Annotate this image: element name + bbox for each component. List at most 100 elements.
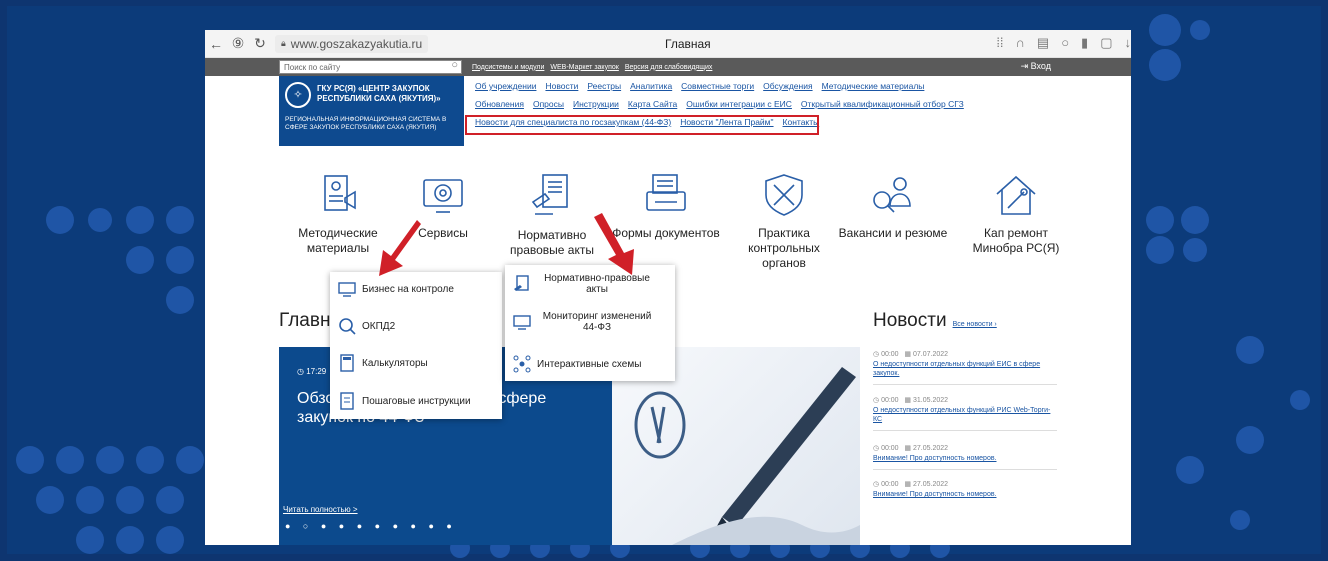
menu-item-interactive-schemes[interactable]: Интерактивные схемы <box>513 355 641 373</box>
menu-item-monitoring[interactable]: Мониторинг изменений 44-ФЗ <box>513 311 669 333</box>
nav-instructions[interactable]: Инструкции <box>573 99 619 109</box>
menu-item-label: Калькуляторы <box>362 357 428 369</box>
news-title: Новости <box>873 310 947 331</box>
menu-item-calculators[interactable]: Калькуляторы <box>338 354 428 372</box>
address-bar[interactable]: 🔒︎ www.goszakazyakutia.ru <box>275 34 429 53</box>
lock-icon: 🔒︎ <box>281 38 286 48</box>
nav-row-2: Обновления Опросы Инструкции Карта Сайта… <box>475 99 1131 109</box>
news-text[interactable]: Внимание! Про доступность номеров. <box>873 454 1057 463</box>
news-date: 27.05.2022 <box>913 481 949 488</box>
site-toolbar: Поиск по сайту ○ Подсистемы и модули WEB… <box>205 58 1131 76</box>
divider <box>873 430 1057 431</box>
category-control-practice[interactable]: Практика контрольных органов <box>729 172 839 271</box>
red-arrow-icon <box>379 220 421 276</box>
news-item[interactable]: ◷ 00:00 ▦ 31.05.2022 О недоступности отд… <box>873 396 1057 431</box>
login-button[interactable]: ⇥ Вход <box>1021 61 1051 72</box>
red-arrow-icon <box>594 213 634 275</box>
category-label: Практика контрольных органов <box>748 226 820 270</box>
legal-acts-dropdown: Нормативно-правовые акты Мониторинг изме… <box>505 265 675 381</box>
news-date: 27.05.2022 <box>913 445 949 452</box>
org-subtitle: РЕГИОНАЛЬНАЯ ИНФОРМАЦИОННАЯ СИСТЕМА В СФ… <box>285 116 447 131</box>
url-text: www.goszakazyakutia.ru <box>290 36 423 51</box>
monitor-chart-icon <box>513 315 531 330</box>
news-meta: ◷ 00:00 ▦ 31.05.2022 <box>873 397 949 404</box>
nav-joint-tenders[interactable]: Совместные торги <box>681 81 754 91</box>
legal-document-icon <box>514 275 529 291</box>
browser-window: ← ⑨ ↻ 🔒︎ www.goszakazyakutia.ru Главная … <box>205 30 1131 545</box>
menu-item-label: ОКПД2 <box>362 320 396 332</box>
link-accessibility[interactable]: Версия для слабовидящих <box>625 64 713 71</box>
main-heading: Главн <box>279 310 331 331</box>
methodical-icon <box>324 175 356 211</box>
extensions-icon[interactable]: ▢ <box>1100 35 1112 51</box>
category-house-repair[interactable]: Кап ремонт Минобра РС(Я) <box>961 172 1071 256</box>
nav-registries[interactable]: Реестры <box>587 81 621 91</box>
nav-methodical[interactable]: Методические материалы <box>822 81 925 91</box>
nav-sitemap[interactable]: Карта Сайта <box>628 99 677 109</box>
login-icon: ⇥ <box>1020 61 1029 71</box>
news-text[interactable]: О недоступности отдельных функций РИС We… <box>873 406 1057 424</box>
news-meta: ◷ 00:00 ▦ 27.05.2022 <box>873 481 949 488</box>
menu-item-label: Бизнес на контроле <box>362 283 454 295</box>
nav-news[interactable]: Новости <box>545 81 578 91</box>
download-icon[interactable]: ↓ <box>1125 35 1132 51</box>
news-text[interactable]: Внимание! Про доступность номеров. <box>873 490 1057 499</box>
link-web-market[interactable]: WEB-Маркет закупок <box>550 64 618 71</box>
calculator-icon <box>340 354 354 372</box>
menu-item-label: Мониторинг изменений 44-ФЗ <box>542 311 652 333</box>
news-text[interactable]: О недоступности отдельных функций ЕИС в … <box>873 360 1057 378</box>
read-more-link[interactable]: Читать полностью > <box>283 505 358 514</box>
news-item[interactable]: ◷ 00:00 ▦ 27.05.2022 Внимание! Про досту… <box>873 480 1057 499</box>
nav-discussions[interactable]: Обсуждения <box>763 81 812 91</box>
yandex-icon[interactable]: ⑨ <box>227 35 249 52</box>
apps-icon[interactable]: ⁞⁞ <box>996 35 1003 51</box>
control-practice-icon <box>765 174 803 216</box>
nav-updates[interactable]: Обновления <box>475 99 524 109</box>
nav-eis-errors[interactable]: Ошибки интеграции с ЕИС <box>686 99 792 109</box>
menu-item-instructions[interactable]: Пошаговые инструкции <box>338 392 471 410</box>
search-input[interactable]: Поиск по сайту ○ <box>279 59 462 74</box>
nav-qualification[interactable]: Открытый квалификационный отбор СГЗ <box>801 99 964 109</box>
nav-about[interactable]: Об учреждении <box>475 81 536 91</box>
login-label: Вход <box>1030 61 1051 71</box>
menu-item-okpd2[interactable]: ОКПД2 <box>338 317 395 335</box>
all-news-link[interactable]: Все новости › <box>953 321 997 328</box>
org-block[interactable]: ✧ ГКУ РС(Я) «ЦЕНТР ЗАКУПОК РЕСПУБЛИКИ СА… <box>279 76 464 146</box>
reload-icon[interactable]: ↻ <box>249 35 271 52</box>
site-header: ✧ ГКУ РС(Я) «ЦЕНТР ЗАКУПОК РЕСПУБЛИКИ СА… <box>205 76 1131 146</box>
search-icon[interactable]: ○ <box>451 59 458 71</box>
network-icon <box>513 355 531 373</box>
news-item[interactable]: ◷ 00:00 ▦ 27.05.2022 Внимание! Про досту… <box>873 444 1057 470</box>
page-title: Главная <box>665 37 711 51</box>
news-meta: ◷ 00:00 ▦ 27.05.2022 <box>873 445 949 452</box>
news-date: 31.05.2022 <box>913 397 949 404</box>
divider <box>873 469 1057 470</box>
nav-row-1: Об учреждении Новости Реестры Аналитика … <box>475 81 1131 91</box>
menu-item-label: Пошаговые инструкции <box>362 395 471 407</box>
nav-analytics[interactable]: Аналитика <box>630 81 672 91</box>
divider <box>873 384 1057 385</box>
news-heading: Новости Все новости › <box>873 310 997 332</box>
nav-polls[interactable]: Опросы <box>533 99 564 109</box>
highlight-box <box>465 115 819 135</box>
back-arrow-icon[interactable]: ← <box>205 36 227 52</box>
news-time: 00:00 <box>881 351 899 358</box>
news-date: 07.07.2022 <box>913 351 949 358</box>
news-time: 00:00 <box>881 397 899 404</box>
link-subsystems[interactable]: Подсистемы и модули <box>472 64 544 71</box>
monitor-icon <box>338 282 356 297</box>
slider-dots[interactable]: ● ○ ● ● ● ● ● ● ● ● <box>285 521 457 531</box>
news-time: 00:00 <box>881 481 899 488</box>
news-item[interactable]: ◷ 00:00 ▦ 07.07.2022 О недоступности отд… <box>873 350 1057 385</box>
hero-time-value: 17:29 <box>306 367 327 376</box>
reader-icon[interactable]: ▤ <box>1037 35 1049 51</box>
org-name: ГКУ РС(Я) «ЦЕНТР ЗАКУПОК РЕСПУБЛИКИ САХА… <box>317 84 441 103</box>
category-label: Вакансии и резюме <box>838 226 948 240</box>
category-vacancies[interactable]: Вакансии и резюме <box>838 172 948 241</box>
bookmark-icon[interactable]: ▮ <box>1081 35 1088 51</box>
alice-icon[interactable]: ○ <box>1061 35 1069 51</box>
toolbar-links: Подсистемы и модули WEB-Маркет закупок В… <box>472 64 712 71</box>
headphones-icon[interactable]: ∩ <box>1016 35 1025 51</box>
menu-item-business-control[interactable]: Бизнес на контроле <box>338 280 454 298</box>
news-meta: ◷ 00:00 ▦ 07.07.2022 <box>873 351 949 358</box>
